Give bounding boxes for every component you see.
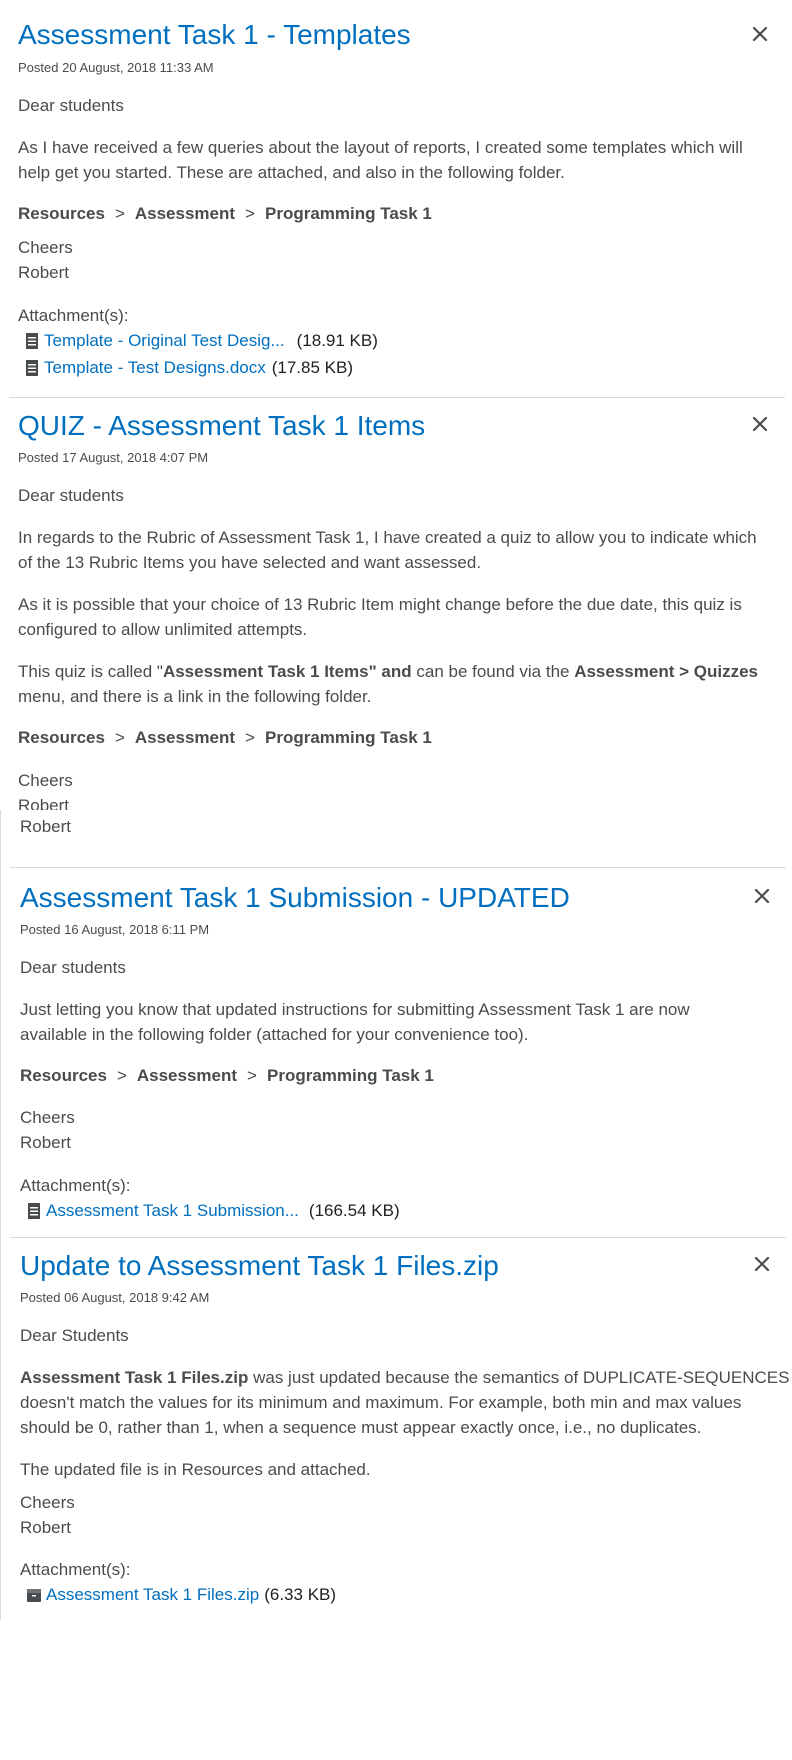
announcement-item: Assessment Task 1 Submission - UPDATED P… <box>0 868 792 1238</box>
signoff: Cheers <box>20 1108 75 1127</box>
body-text: As I have received a few queries about t… <box>18 138 743 157</box>
attachment-size: (17.85 KB) <box>271 358 353 377</box>
signoff: Cheers <box>18 771 73 790</box>
posted-date: Posted 20 August, 2018 11:33 AM <box>18 60 214 75</box>
path-separator: > <box>247 1066 257 1085</box>
close-icon <box>752 416 768 432</box>
attachment-link[interactable]: Template - Test Designs.docx <box>44 358 266 378</box>
author-name: Robert <box>20 1518 72 1537</box>
menu-path: Assessment > Quizzes <box>574 662 758 681</box>
path-item: Programming Task 1 <box>266 1066 434 1085</box>
attachment-item: Assessment Task 1 Submission... (166.54 … <box>26 1201 400 1221</box>
body-text: Assessment Task 1 Files.zip was just upd… <box>20 1365 789 1390</box>
author-name: Robert <box>20 817 72 836</box>
close-icon <box>754 888 770 904</box>
announcement-item: Assessment Task 1 - Templates Posted 20 … <box>0 0 792 398</box>
body-text: menu, and there is a link in the followi… <box>18 687 372 706</box>
body-text: configured to allow unlimited attempts. <box>18 620 308 639</box>
attachment-item: Assessment Task 1 Files.zip (6.33 KB) <box>26 1585 336 1605</box>
signoff: Cheers <box>18 238 73 257</box>
body-text-part: can be found via the <box>411 662 575 681</box>
path-separator: > <box>116 1066 127 1085</box>
greeting: Dear students <box>18 486 124 505</box>
attachment-size: (6.33 KB) <box>264 1585 337 1604</box>
path-separator: > <box>114 204 125 223</box>
attachment-link[interactable]: Assessment Task 1 Submission... <box>46 1201 299 1221</box>
path-item: Programming Task 1 <box>264 204 432 223</box>
body-text-part: was just updated because the semantics o… <box>248 1368 790 1387</box>
document-icon <box>26 360 38 376</box>
attachment-item: Template - Original Test Desig... (18.91… <box>24 331 378 351</box>
folder-path: Resources > Assessment > Programming Task 1 <box>18 204 432 224</box>
body-text: Just letting you know that updated instr… <box>20 1000 690 1019</box>
attachments-label: Attachment(s): <box>18 306 129 325</box>
dismiss-button[interactable] <box>748 22 772 46</box>
announcement-title[interactable]: QUIZ - Assessment Task 1 Items <box>18 408 425 444</box>
author-name: Robert <box>18 263 70 282</box>
path-item: Resources <box>20 1066 107 1085</box>
attachments-label: Attachment(s): <box>20 1176 131 1195</box>
path-separator: > <box>245 204 255 223</box>
path-item: Resources <box>18 204 105 223</box>
file-name: Assessment Task 1 Files.zip <box>20 1368 249 1387</box>
attachment-size: (18.91 KB) <box>296 331 378 350</box>
body-text: The updated file is in Resources and att… <box>20 1460 371 1479</box>
announcement-item: QUIZ - Assessment Task 1 Items Posted 17… <box>0 398 792 810</box>
body-text: help get you started. These are attached… <box>18 163 565 182</box>
signoff: Cheers <box>20 1493 75 1512</box>
close-icon <box>752 26 768 42</box>
document-icon <box>28 1203 40 1219</box>
path-item: Programming Task 1 <box>264 728 432 747</box>
folder-path: Resources > Assessment > Programming Task 1 <box>18 728 432 748</box>
body-text-part: This quiz is called " <box>18 662 163 681</box>
path-separator: > <box>245 728 255 747</box>
greeting: Dear students <box>18 96 124 115</box>
path-separator: > <box>114 728 125 747</box>
close-icon <box>754 1256 770 1272</box>
posted-date: Posted 06 August, 2018 9:42 AM <box>20 1290 210 1305</box>
dismiss-button[interactable] <box>750 884 774 908</box>
attachment-size: (166.54 KB) <box>308 1201 400 1220</box>
attachment-item: Template - Test Designs.docx (17.85 KB) <box>24 358 353 378</box>
path-item: Resources <box>18 728 105 747</box>
body-text: doesn't match the values for its minimum… <box>20 1393 742 1412</box>
body-text: This quiz is called "Assessment Task 1 I… <box>18 659 758 684</box>
folder-path: Resources > Assessment > Programming Task 1 <box>20 1066 434 1086</box>
greeting: Dear students <box>20 958 126 977</box>
path-item: Assessment <box>134 728 236 747</box>
attachment-link[interactable]: Assessment Task 1 Files.zip <box>46 1585 259 1605</box>
body-text: In regards to the Rubric of Assessment T… <box>18 528 757 547</box>
attachments-label: Attachment(s): <box>20 1560 131 1579</box>
path-item: Assessment <box>136 1066 238 1085</box>
document-icon <box>26 333 38 349</box>
posted-date: Posted 16 August, 2018 6:11 PM <box>20 922 210 937</box>
body-text: As it is possible that your choice of 13… <box>18 595 742 614</box>
quiz-name: Assessment Task 1 Items" and <box>162 662 412 681</box>
announcement-title[interactable]: Assessment Task 1 Submission - UPDATED <box>20 880 570 916</box>
archive-icon <box>27 1589 41 1602</box>
announcement-title[interactable]: Assessment Task 1 - Templates <box>18 17 411 53</box>
body-text: should be 0, rather than 1, when a seque… <box>20 1418 702 1437</box>
announcement-item: Update to Assessment Task 1 Files.zip Po… <box>0 1238 792 1618</box>
author-name: Robert <box>20 1133 72 1152</box>
dismiss-button[interactable] <box>750 1252 774 1276</box>
body-text: available in the following folder (attac… <box>20 1025 529 1044</box>
author-name: Robert <box>18 796 70 810</box>
path-item: Assessment <box>134 204 236 223</box>
body-text: of the 13 Rubric Items you have selected… <box>18 553 482 572</box>
greeting: Dear Students <box>20 1326 129 1345</box>
posted-date: Posted 17 August, 2018 4:07 PM <box>18 450 209 465</box>
attachment-link[interactable]: Template - Original Test Desig... <box>44 331 285 351</box>
dismiss-button[interactable] <box>748 412 772 436</box>
announcement-title[interactable]: Update to Assessment Task 1 Files.zip <box>20 1248 499 1284</box>
